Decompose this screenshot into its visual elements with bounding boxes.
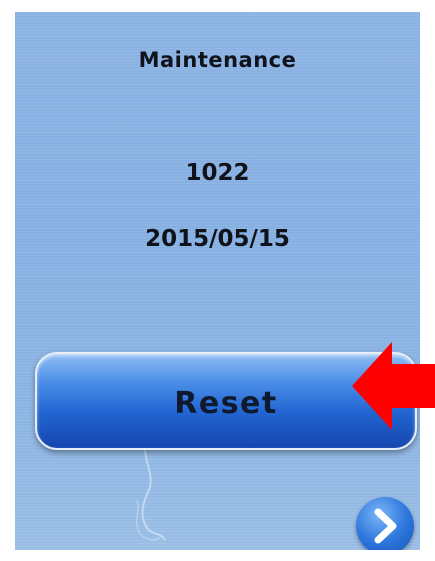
arrow-left-icon [352, 342, 435, 430]
maintenance-date: 2015/05/15 [145, 226, 290, 252]
screen-scuff-mark [135, 441, 166, 541]
chevron-right-icon [374, 508, 397, 544]
screen-title: Maintenance [138, 48, 297, 72]
maintenance-counter: 1022 [185, 160, 250, 186]
reset-button-label: Reset [174, 385, 278, 421]
next-button[interactable] [356, 497, 414, 550]
device-screen: Maintenance 1022 2015/05/15 Reset [15, 12, 420, 550]
